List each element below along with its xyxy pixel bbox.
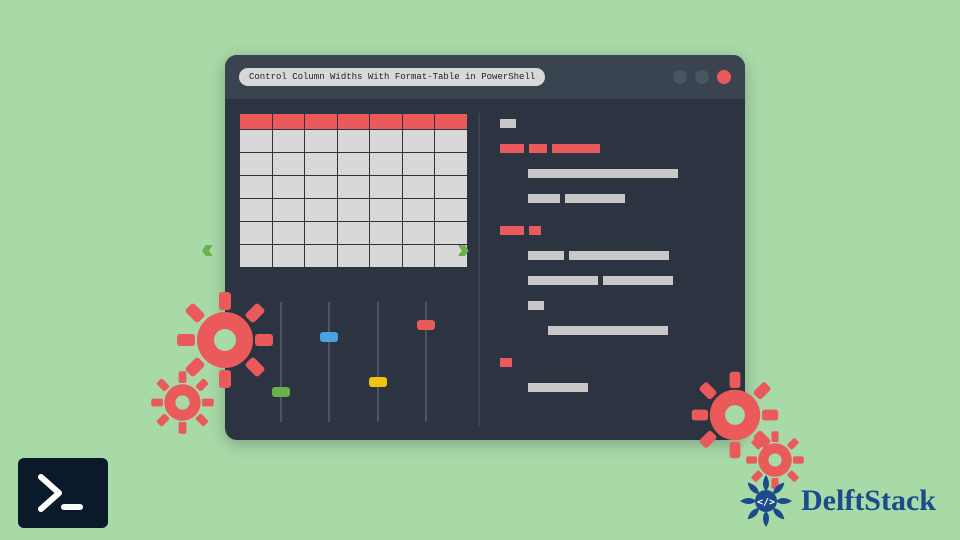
- chevron-right-icon[interactable]: ››: [457, 233, 464, 265]
- table-row: [240, 153, 468, 176]
- format-table-grid: [239, 113, 468, 268]
- slider-knob[interactable]: [320, 332, 338, 342]
- width-slider[interactable]: [328, 302, 330, 422]
- delftstack-logo-icon: </>: [739, 474, 793, 528]
- maximize-dot[interactable]: [695, 70, 709, 84]
- table-row: [240, 222, 468, 245]
- powershell-logo-icon: [18, 458, 108, 528]
- table-row: [240, 176, 468, 199]
- brand-name: DelftStack: [801, 484, 936, 518]
- delftstack-brand: </> DelftStack: [739, 474, 936, 528]
- table-row: [240, 199, 468, 222]
- window-controls[interactable]: [673, 70, 731, 84]
- slider-knob[interactable]: [369, 377, 387, 387]
- gear-icon: [150, 370, 215, 435]
- title-bar: Control Column Widths With Format-Table …: [225, 55, 745, 99]
- width-slider[interactable]: [377, 302, 379, 422]
- minimize-dot[interactable]: [673, 70, 687, 84]
- width-slider[interactable]: [280, 302, 282, 422]
- table-row: [240, 245, 468, 268]
- app-window: Control Column Widths With Format-Table …: [225, 55, 745, 440]
- window-title: Control Column Widths With Format-Table …: [239, 68, 545, 86]
- table-header-row: [240, 114, 468, 130]
- width-slider[interactable]: [425, 302, 427, 422]
- svg-text:</>: </>: [757, 497, 775, 508]
- table-row: [240, 130, 468, 153]
- slider-knob[interactable]: [417, 320, 435, 330]
- chevron-left-icon[interactable]: ‹‹: [201, 233, 208, 265]
- pane-divider: [478, 113, 480, 426]
- close-dot[interactable]: [717, 70, 731, 84]
